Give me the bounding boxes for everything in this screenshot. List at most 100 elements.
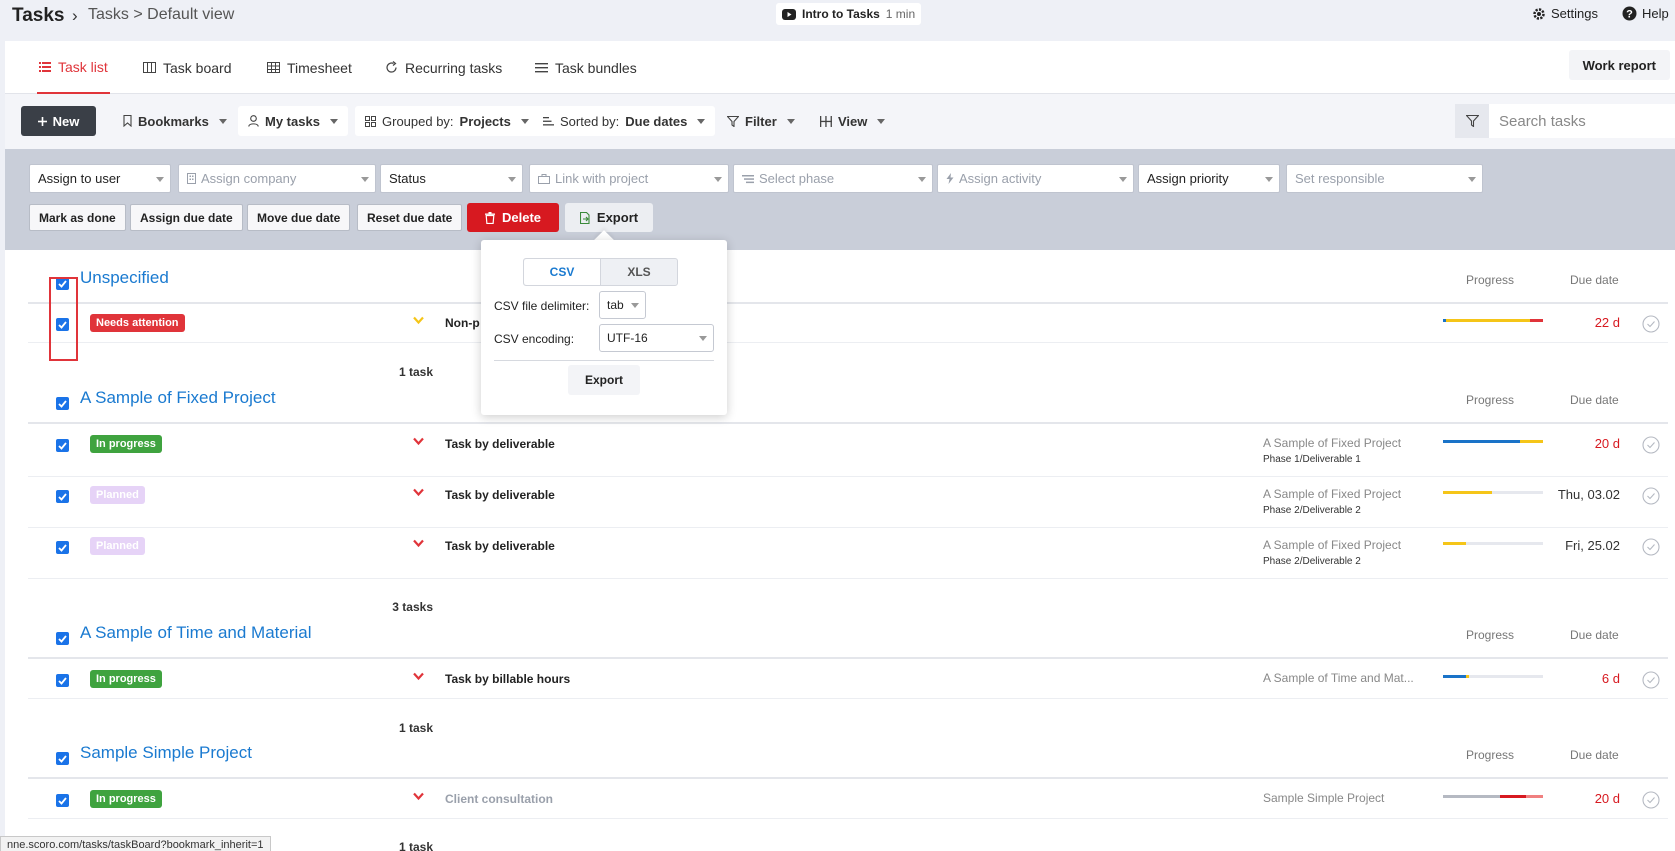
top-bar: Tasks › Tasks > Default view Intro to Ta… [0,0,1675,41]
delimiter-select[interactable]: tab [599,291,646,319]
task-name[interactable]: Client consultation [445,792,553,806]
filter-dropdown[interactable]: Filter [717,106,805,136]
group-header: Sample Simple Project Progress Due date [28,739,1668,779]
chevron-down-icon [1265,177,1273,182]
chevron-down-icon [329,118,338,124]
intro-video-button[interactable]: Intro to Tasks 1 min [776,3,922,25]
encoding-select[interactable]: UTF-16 [599,324,714,352]
complete-check-icon[interactable] [1642,315,1660,333]
project-name[interactable]: A Sample of Fixed Project [1263,487,1401,501]
row-checkbox[interactable] [56,490,69,503]
assign-user-select[interactable]: Assign to user [29,164,171,193]
table-row[interactable]: Planned Task by deliverable A Sample of … [28,528,1668,579]
table-row[interactable]: Needs attention Non-p 22 d [28,305,1668,343]
search-filter-icon[interactable] [1455,104,1489,138]
group-title[interactable]: A Sample of Fixed Project [80,388,276,408]
table-row[interactable]: In progress Client consultation Sample S… [28,781,1668,819]
assign-due-date-button[interactable]: Assign due date [130,204,243,231]
status-bar-url: nne.scoro.com/tasks/taskBoard?bookmark_i… [0,836,271,851]
row-checkbox[interactable] [56,674,69,687]
set-responsible-select[interactable]: Set responsible [1286,164,1483,193]
export-popup: CSV XLS CSV file delimiter: tab CSV enco… [481,240,727,415]
sorted-prefix: Sorted by: [560,113,620,129]
mark-as-done-button[interactable]: Mark as done [29,204,126,231]
chevron-down-icon [697,118,706,124]
view-tabs: Task list Task board Timesheet Recurring… [5,41,1675,94]
progress-column-header: Progress [1466,748,1515,762]
format-csv-option[interactable]: CSV [524,259,601,285]
new-task-button[interactable]: New [21,106,96,136]
tab-timesheet[interactable]: Timesheet [267,41,352,94]
tab-task-list[interactable]: Task list [37,41,110,94]
project-name[interactable]: A Sample of Time and Mat... [1263,671,1414,685]
settings-button[interactable]: Settings [1532,6,1598,21]
chevron-down-icon [361,177,369,182]
tab-recurring-tasks[interactable]: Recurring tasks [385,41,502,94]
assign-company-select[interactable]: Assign company [178,164,376,193]
table-row[interactable]: Planned Task by deliverable A Sample of … [28,477,1668,528]
complete-check-icon[interactable] [1642,487,1660,505]
chevron-down-icon [877,118,886,124]
select-phase-select[interactable]: Select phase [733,164,933,193]
group-title[interactable]: Sample Simple Project [80,743,252,763]
due-date: 20 d [1594,436,1620,451]
complete-check-icon[interactable] [1642,538,1660,556]
group-task-count: 1 task [398,840,433,851]
tab-task-board[interactable]: Task board [143,41,231,94]
bookmarks-dropdown[interactable]: Bookmarks [113,106,237,136]
grouped-prefix: Grouped by: [382,113,454,129]
task-name[interactable]: Task by deliverable [445,488,555,502]
delete-button[interactable]: Delete [467,203,559,232]
row-checkbox[interactable] [56,541,69,554]
task-name[interactable]: Non-p [445,316,480,330]
project-name[interactable]: A Sample of Fixed Project [1263,538,1401,552]
priority-high-icon [413,792,424,801]
search-input[interactable] [1489,112,1669,130]
assign-activity-select[interactable]: Assign activity [937,164,1134,193]
my-tasks-dropdown[interactable]: My tasks [238,106,348,136]
row-checkbox[interactable] [56,439,69,452]
project-name[interactable]: Sample Simple Project [1263,791,1384,805]
row-checkbox[interactable] [56,794,69,807]
task-name[interactable]: Task by deliverable [445,539,555,553]
table-row[interactable]: In progress Task by billable hours A Sam… [28,661,1668,699]
task-name[interactable]: Task by deliverable [445,437,555,451]
task-list: Unspecified Progress Due date Needs atte… [5,250,1675,851]
grouped-by-dropdown[interactable]: Grouped by: Projects [355,106,539,136]
complete-check-icon[interactable] [1642,436,1660,454]
status-select[interactable]: Status [380,164,523,193]
table-row[interactable]: In progress Task by deliverable A Sample… [28,426,1668,477]
format-xls-option[interactable]: XLS [601,259,677,285]
popup-export-button[interactable]: Export [568,365,640,395]
complete-check-icon[interactable] [1642,791,1660,809]
group-checkbox[interactable] [56,752,69,765]
complete-check-icon[interactable] [1642,671,1660,689]
refresh-icon [385,61,398,74]
move-due-date-button[interactable]: Move due date [247,204,351,231]
assign-priority-select[interactable]: Assign priority [1138,164,1280,193]
tab-label: Timesheet [287,59,352,76]
help-label: Help [1642,6,1669,21]
tab-task-bundles[interactable]: Task bundles [535,41,637,94]
due-date-column-header: Due date [1570,393,1619,407]
reset-due-date-button[interactable]: Reset due date [357,204,463,231]
sorted-by-dropdown[interactable]: Sorted by: Due dates [533,106,716,136]
view-dropdown[interactable]: View [810,106,895,136]
link-project-select[interactable]: Link with project [529,164,729,193]
search-box [1455,104,1675,138]
group-checkbox[interactable] [56,632,69,645]
group-title[interactable]: A Sample of Time and Material [80,623,312,643]
group-task-count: 3 tasks [392,600,433,614]
work-report-button[interactable]: Work report [1568,50,1670,80]
group-title[interactable]: Unspecified [80,268,169,288]
select-label: Assign to user [38,171,121,186]
select-label: Set responsible [1295,171,1385,186]
priority-high-icon [413,437,424,446]
breadcrumb[interactable]: Tasks > Default view [88,6,234,24]
export-button[interactable]: Export [565,203,653,232]
help-button[interactable]: ? Help [1622,6,1669,21]
group-checkbox[interactable] [56,397,69,410]
task-name[interactable]: Task by billable hours [445,672,570,686]
progress-bar [1443,675,1543,678]
project-name[interactable]: A Sample of Fixed Project [1263,436,1401,450]
